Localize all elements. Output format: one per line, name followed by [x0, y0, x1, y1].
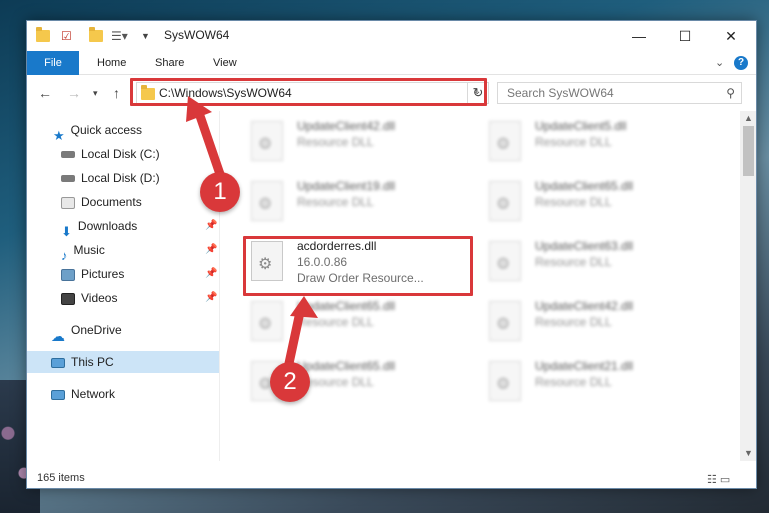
drive-icon [61, 151, 75, 159]
sidebar-item-onedrive[interactable]: ☁ OneDrive [51, 319, 122, 344]
up-button[interactable]: ↑ [113, 85, 120, 101]
dll-file-icon [251, 121, 283, 161]
computer-icon [51, 357, 65, 368]
new-folder-icon[interactable] [89, 27, 103, 45]
sidebar-item-network[interactable]: Network [51, 383, 115, 405]
pin-icon[interactable]: 📌 [205, 239, 217, 261]
expand-ribbon-icon[interactable]: ⌄ [715, 56, 724, 69]
window-title: SysWOW64 [164, 28, 230, 42]
pictures-icon [61, 268, 75, 281]
tab-share[interactable]: Share [145, 51, 194, 75]
forward-button[interactable]: → [67, 85, 81, 101]
file-item[interactable]: UpdateClient65.dll Resource DLL [483, 175, 705, 231]
file-item[interactable]: UpdateClient42.dll Resource DLL [483, 295, 705, 351]
dll-file-icon [251, 301, 283, 341]
maximize-button[interactable]: ☐ [662, 21, 708, 51]
search-input[interactable]: Search SysWOW64 ⚲ [497, 82, 742, 104]
ribbon: File Home Share View ⌄ ? [27, 51, 756, 75]
scroll-thumb[interactable] [743, 126, 754, 176]
videos-icon [61, 292, 75, 305]
dll-file-icon [489, 181, 521, 221]
step-1-badge: 1 [200, 172, 240, 212]
dll-file-icon [489, 301, 521, 341]
file-item[interactable]: UpdateClient19.dll Resource DLL [245, 175, 467, 231]
dll-file-icon [251, 181, 283, 221]
scroll-up-icon[interactable]: ▲ [744, 113, 753, 123]
tab-view[interactable]: View [203, 51, 247, 75]
step-2-badge: 2 [270, 362, 310, 402]
sidebar-item-music[interactable]: ♪ Music 📌 [61, 239, 217, 263]
tab-file[interactable]: File [27, 51, 79, 75]
file-highlight-box [243, 236, 473, 296]
close-button[interactable]: ✕ [708, 21, 754, 51]
item-count: 165 items [37, 472, 85, 484]
view-toggle-icons[interactable]: ☷ ▭ [707, 473, 730, 486]
search-icon: ⚲ [726, 86, 735, 100]
sidebar-item-quick-access[interactable]: ★ Quick access [53, 119, 142, 143]
network-icon [51, 389, 65, 400]
sidebar-item-local-disk-d[interactable]: Local Disk (D:) [61, 167, 160, 189]
navigation-pane: ★ Quick access Local Disk (C:) Local Disk… [27, 111, 220, 461]
scroll-down-icon[interactable]: ▼ [744, 448, 753, 458]
sidebar-item-local-disk-c[interactable]: Local Disk (C:) [61, 143, 160, 165]
sidebar-item-downloads[interactable]: ⬇ Downloads 📌 [61, 215, 217, 239]
download-icon: ⬇ [61, 223, 72, 239]
title-bar: ☑ ☰▾ ▼ SysWOW64 — ☐ ✕ [27, 21, 756, 51]
sidebar-item-this-pc[interactable]: This PC [27, 351, 219, 373]
star-icon: ★ [53, 127, 65, 143]
file-item[interactable]: UpdateClient65.dll Resource DLL [245, 295, 467, 351]
documents-icon [61, 196, 75, 209]
file-item[interactable]: UpdateClient21.dll Resource DLL [483, 355, 705, 411]
sidebar-item-videos[interactable]: Videos 📌 [61, 287, 217, 309]
dll-file-icon [489, 241, 521, 281]
properties-icon[interactable]: ☑ [61, 27, 72, 45]
minimize-button[interactable]: — [616, 21, 662, 51]
recent-locations-icon[interactable]: ▾ [93, 88, 98, 99]
vertical-scrollbar[interactable]: ▲ ▼ [740, 111, 756, 461]
file-item[interactable]: UpdateClient5.dll Resource DLL [483, 115, 705, 171]
address-highlight-box [130, 78, 487, 106]
sidebar-item-documents[interactable]: Documents 📌 [61, 191, 217, 213]
search-placeholder: Search SysWOW64 [507, 86, 614, 100]
customize-toolbar-icon[interactable]: ☰▾ [111, 27, 128, 45]
folder-icon [36, 27, 50, 45]
drive-icon [61, 175, 75, 183]
help-icon[interactable]: ? [734, 56, 748, 70]
file-item[interactable]: UpdateClient63.dll Resource DLL [483, 235, 705, 291]
sidebar-item-pictures[interactable]: Pictures 📌 [61, 263, 217, 285]
file-item[interactable]: UpdateClient42.dll Resource DLL [245, 115, 467, 171]
music-icon: ♪ [61, 247, 68, 263]
dll-file-icon [489, 361, 521, 401]
status-bar: 165 items ☷ ▭ [27, 468, 756, 488]
tab-home[interactable]: Home [87, 51, 136, 75]
pin-icon[interactable]: 📌 [205, 287, 217, 309]
pin-icon[interactable]: 📌 [205, 215, 217, 237]
pin-icon[interactable]: 📌 [205, 263, 217, 285]
cloud-icon: ☁ [51, 327, 65, 344]
dll-file-icon [489, 121, 521, 161]
quick-access-dropdown-icon[interactable]: ▼ [141, 27, 150, 45]
back-button[interactable]: ← [38, 85, 52, 101]
